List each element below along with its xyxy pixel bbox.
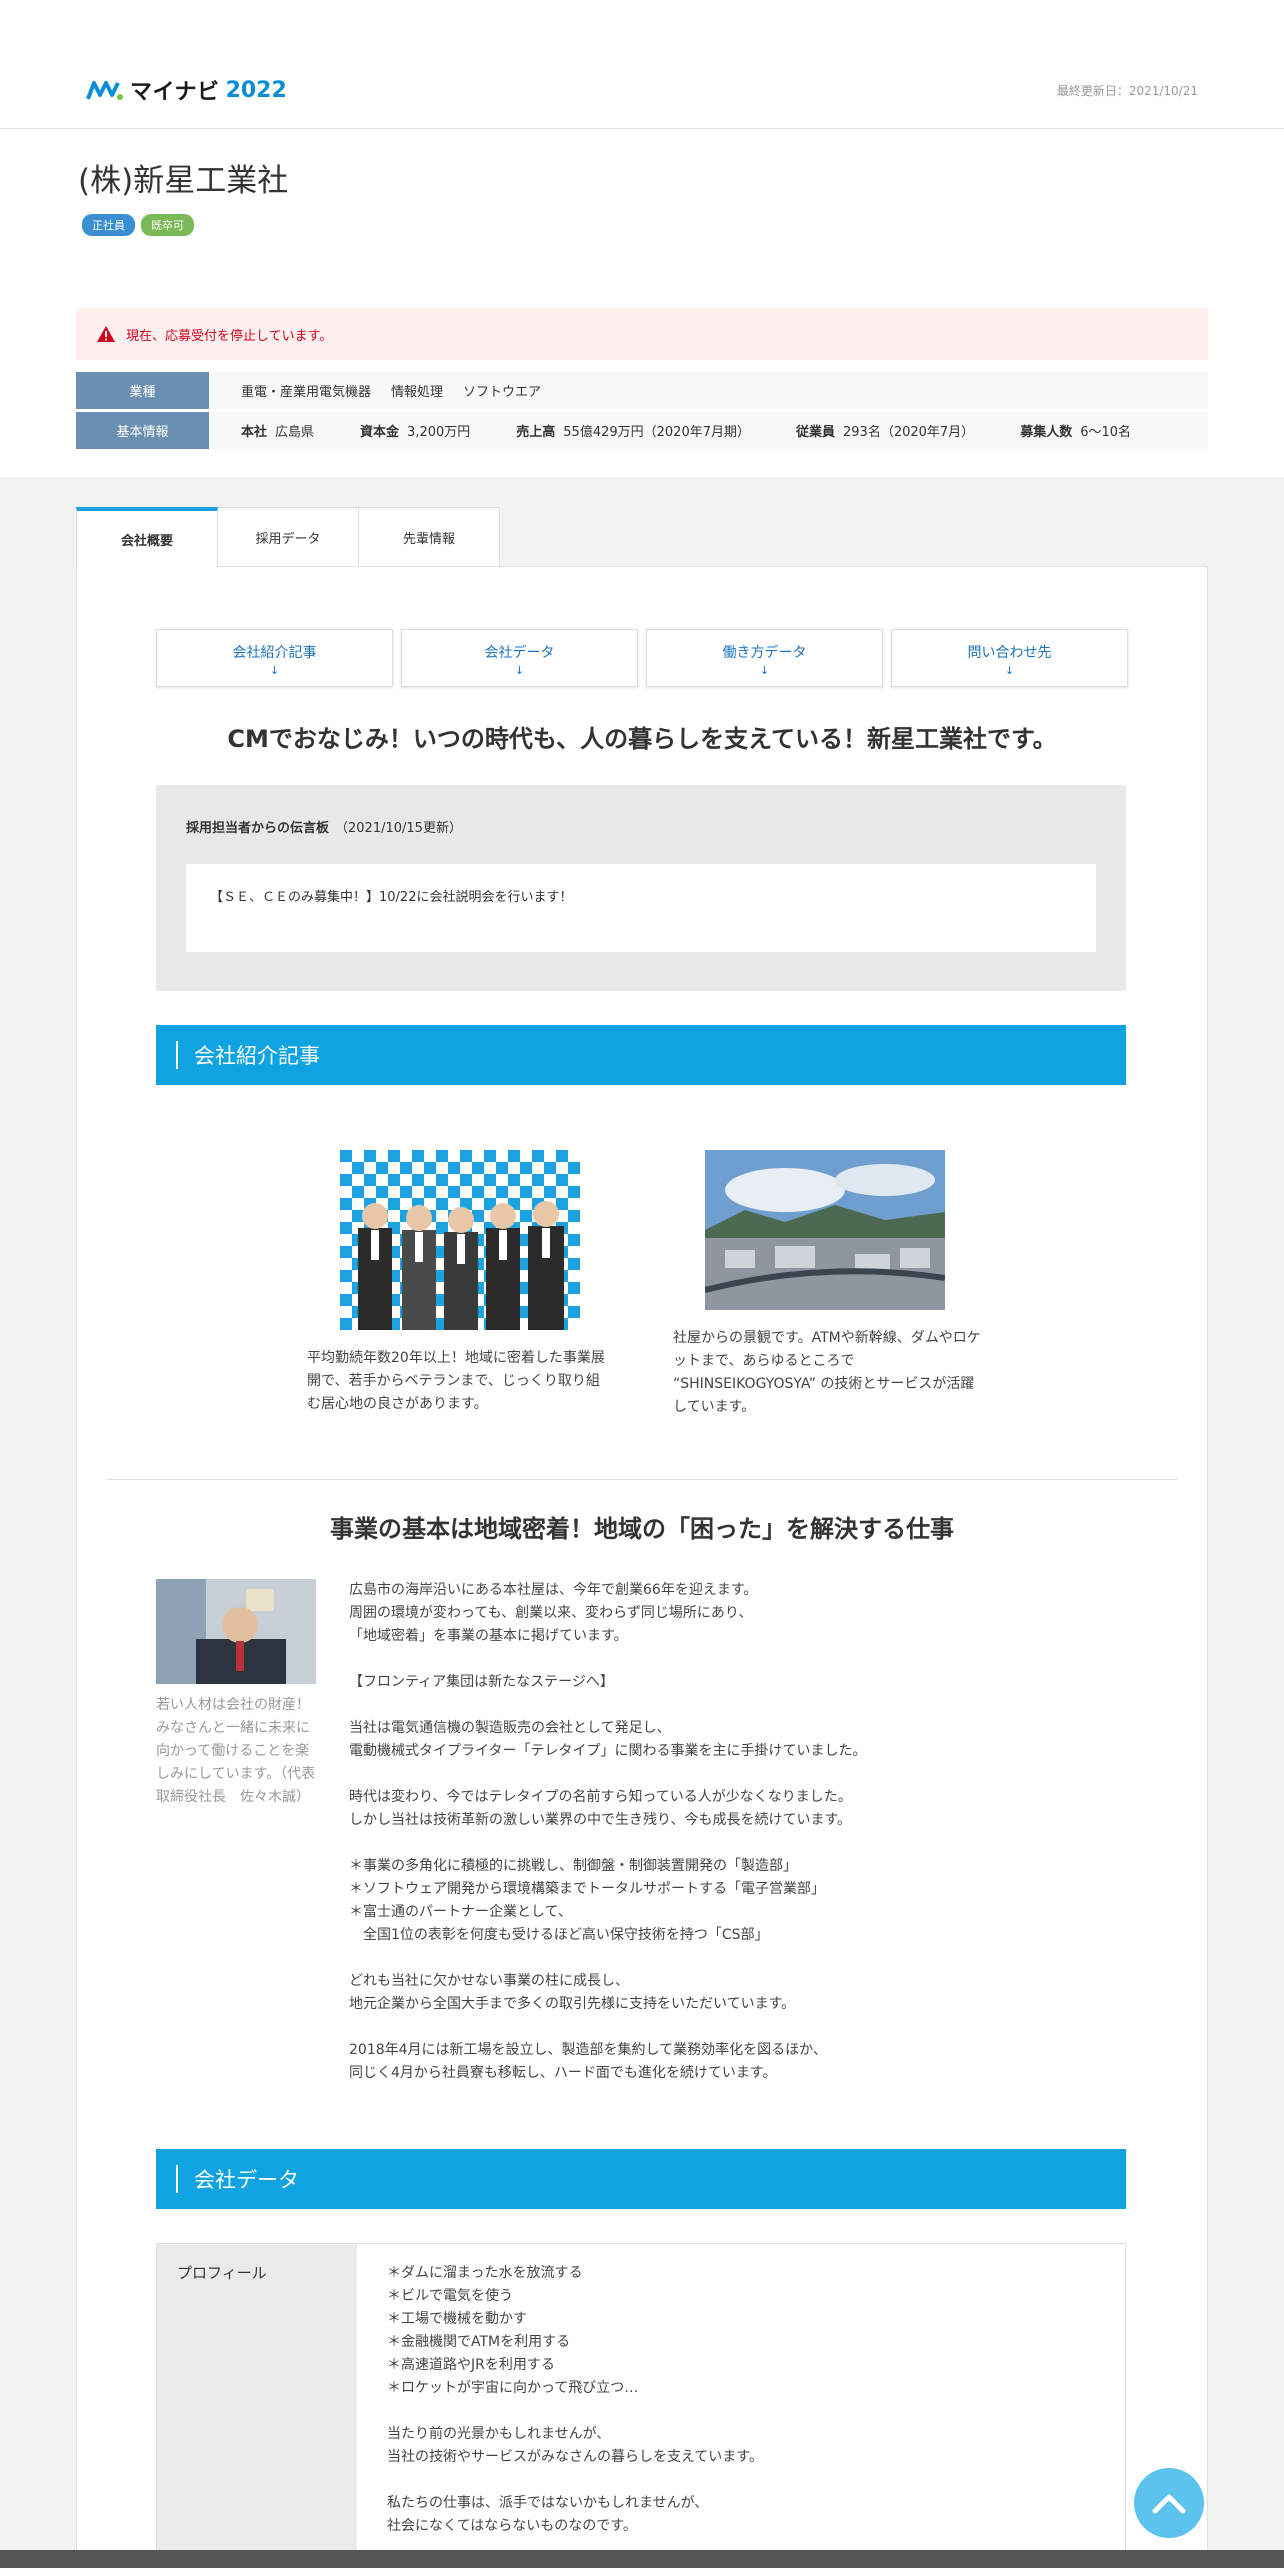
anchor-links: 会社紹介記事 ↓ 会社データ ↓ 働き方データ ↓ 問い合わせ先 ↓ <box>156 629 1128 687</box>
anchor-contact[interactable]: 問い合わせ先 ↓ <box>891 629 1128 687</box>
tab-recruitment-data[interactable]: 採用データ <box>217 507 359 567</box>
hiring-info: 募集人数 6～10名 <box>1020 425 1132 440</box>
anchor-intro-articles[interactable]: 会社紹介記事 ↓ <box>156 629 393 687</box>
board-title: 採用担当者からの伝言板 （2021/10/15更新） <box>186 821 462 836</box>
industry-label: 業種 <box>76 372 209 409</box>
tab-senior-info[interactable]: 先輩情報 <box>358 507 500 567</box>
overview-panel: 会社紹介記事 ↓ 会社データ ↓ 働き方データ ↓ 問い合わせ先 ↓ CMでおなじみ！い… <box>76 566 1208 2568</box>
ceo-photo <box>156 1579 316 1684</box>
section-heading-company-data: 会社データ <box>156 2149 1126 2209</box>
employment-badges: 正社員 既卒可 <box>82 214 1208 236</box>
alert-text: 現在、応募受付を停止しています。 <box>126 328 333 344</box>
application-closed-alert: 現在、応募受付を停止しています。 <box>76 308 1208 360</box>
industry-row: 業種 重電・産業用電気機器 情報処理 ソフトウエア <box>76 372 1208 409</box>
profile-label: プロフィール <box>157 2244 357 2568</box>
chevron-up-icon <box>1152 2494 1186 2514</box>
section-heading-intro: 会社紹介記事 <box>156 1025 1126 1085</box>
recruiter-message-board: 採用担当者からの伝言板 （2021/10/15更新） 【ＳＥ、ＣＥのみ募集中！】1… <box>156 785 1126 991</box>
section-divider <box>107 1479 1177 1480</box>
article-caption-staff: 平均勤続年数20年以上！地域に密着した事業展開で、若手からベテランまで、じっくり… <box>307 1350 605 1412</box>
landscape-photo <box>705 1150 945 1310</box>
back-to-top-button[interactable] <box>1134 2468 1204 2538</box>
article-caption-landscape: 社屋からの景観です。ATMや新幹線、ダムやロケットまで、あらゆるところで “SH… <box>673 1330 981 1415</box>
feature-title: 事業の基本は地域密着！地域の「困った」を解決する仕事 <box>330 1515 954 1543</box>
profile-body: ＊ダムに溜まった水を放流する ＊ビルで電気を使う ＊工場で機械を動かす ＊金融機… <box>387 2265 763 2534</box>
feature-body: 広島市の海岸沿いにある本社屋は、今年で創業66年を迎えます。 周囲の環境が変わっ… <box>349 1582 867 2081</box>
bottom-bar <box>0 2550 1284 2568</box>
employees-info: 従業員 293名（2020年7月） <box>796 425 975 440</box>
company-info-table: 業種 重電・産業用電気機器 情報処理 ソフトウエア 基本情報 本社 広島県 資本金… <box>76 372 1208 449</box>
sales-info: 売上高 55億429万円（2020年7月期） <box>516 425 750 440</box>
last-updated: 最終更新日：2021/10/21 <box>1056 84 1198 98</box>
industry-values: 重電・産業用電気機器 情報処理 ソフトウエア <box>209 372 1208 409</box>
site-header: マイナビ 2022 最終更新日：2021/10/21 <box>0 0 1284 129</box>
hq-info: 本社 広島県 <box>241 425 315 440</box>
staff-group-image <box>340 1150 580 1330</box>
logo-text: マイナビ <box>130 80 220 105</box>
mynavi-logo-icon <box>86 81 123 100</box>
basic-info-row: 基本情報 本社 広島県 資本金 3,200万円 売上高 55億429万円（2020年7… <box>76 412 1208 449</box>
catch-copy: CMでおなじみ！いつの時代も、人の暮らしを支えている！新星工業社です。 <box>227 725 1057 753</box>
company-name: (株)新星工業社 <box>78 163 289 199</box>
staff-group-photo <box>340 1150 580 1330</box>
board-message: 【ＳＥ、ＣＥのみ募集中！】10/22に会社説明会を行います！ <box>186 864 1096 952</box>
industry-item: 情報処理 <box>391 385 444 400</box>
badge-graduates-ok: 既卒可 <box>141 214 194 236</box>
tab-company-overview[interactable]: 会社概要 <box>76 507 218 568</box>
warning-icon <box>97 326 115 342</box>
ceo-caption: 若い人材は会社の財産！みなさんと一緒に未来に向かって働けることを楽しみにしていま… <box>156 1697 316 1805</box>
mynavi-logo[interactable]: マイナビ 2022 <box>86 74 287 106</box>
landscape-image <box>705 1150 945 1310</box>
industry-item: ソフトウエア <box>463 385 542 400</box>
anchor-work-style-data[interactable]: 働き方データ ↓ <box>646 629 883 687</box>
basic-info-values: 本社 広島県 資本金 3,200万円 売上高 55億429万円（2020年7月期） 従… <box>209 412 1208 449</box>
page-tabs: 会社概要 採用データ 先輩情報 <box>76 507 500 568</box>
badge-fulltime: 正社員 <box>82 214 135 236</box>
basic-info-label: 基本情報 <box>76 412 209 449</box>
capital-info: 資本金 3,200万円 <box>360 425 471 440</box>
industry-item: 重電・産業用電気機器 <box>241 385 372 400</box>
anchor-company-data[interactable]: 会社データ ↓ <box>401 629 638 687</box>
company-summary: (株)新星工業社 正社員 既卒可 現在、応募受付を停止しています。 業種 重電・… <box>0 129 1284 477</box>
ceo-image <box>156 1579 316 1684</box>
logo-year: 2022 <box>225 77 287 103</box>
profile-table: プロフィール ＊ダムに溜まった水を放流する ＊ビルで電気を使う ＊工場で機械を動… <box>156 2243 1126 2568</box>
